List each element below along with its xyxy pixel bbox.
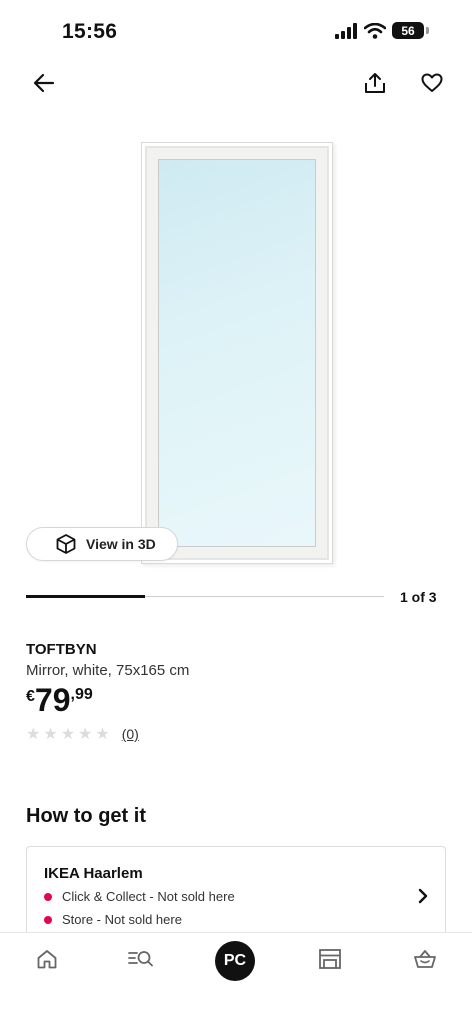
store-status: Store - Not sold here	[44, 912, 182, 927]
click-collect-status: Click & Collect - Not sold here	[44, 889, 235, 904]
signal-icon	[335, 22, 357, 39]
status-dot-icon	[44, 892, 52, 901]
click-collect-label: Click & Collect - Not sold here	[62, 889, 235, 904]
view-in-3d-label: View in 3D	[86, 536, 156, 552]
price-integer: 79	[34, 682, 71, 718]
battery-indicator: 56	[392, 22, 424, 39]
nav-basket[interactable]	[405, 945, 445, 973]
store-icon	[319, 949, 341, 969]
bottom-navigation: PC	[0, 932, 472, 1025]
share-icon	[365, 73, 385, 93]
status-time: 15:56	[62, 20, 118, 43]
status-icons: 56	[334, 22, 429, 39]
store-status-label: Store - Not sold here	[62, 912, 182, 927]
store-name: IKEA Haarlem	[44, 865, 143, 882]
search-icon	[128, 951, 153, 967]
price-decimal: ,99	[70, 686, 93, 703]
price-currency: €	[26, 688, 35, 705]
home-icon	[37, 950, 57, 969]
arrow-left-icon	[33, 73, 55, 93]
gallery-pager: 1 of 3	[400, 589, 437, 605]
chevron-right-icon	[417, 887, 429, 910]
star-icon: ★	[60, 726, 76, 743]
status-dot-icon	[44, 915, 52, 924]
mirror-glass	[158, 159, 316, 547]
wifi-icon	[364, 22, 386, 39]
star-icon: ★	[26, 726, 41, 743]
basket-icon	[414, 950, 436, 968]
rating[interactable]: ★ ★ ★ ★ ★ (0)	[26, 724, 139, 744]
view-in-3d-button[interactable]: View in 3D	[26, 527, 178, 561]
favorite-button[interactable]	[414, 65, 450, 101]
battery-tip	[426, 27, 429, 34]
star-icon: ★	[95, 726, 110, 743]
rating-count-link[interactable]: (0)	[122, 726, 139, 742]
nav-search[interactable]	[121, 945, 161, 973]
cube-icon	[56, 534, 76, 554]
back-button[interactable]	[26, 65, 62, 101]
store-availability-card[interactable]: IKEA Haarlem Click & Collect - Not sold …	[26, 846, 446, 946]
how-to-get-it-heading: How to get it	[26, 805, 146, 827]
profile-avatar[interactable]: PC	[215, 941, 255, 981]
product-description: Mirror, white, 75x165 cm	[26, 662, 190, 679]
star-icon: ★	[78, 726, 93, 743]
heart-icon	[421, 73, 443, 92]
product-name: TOFTBYN	[26, 641, 97, 658]
share-button[interactable]	[357, 65, 393, 101]
product-price: € 79 ,99	[26, 683, 93, 717]
product-image[interactable]	[141, 142, 333, 564]
star-icon: ★	[43, 726, 58, 743]
gallery-progress-bar	[26, 595, 145, 598]
nav-store[interactable]	[310, 945, 350, 973]
nav-home[interactable]	[27, 945, 67, 973]
